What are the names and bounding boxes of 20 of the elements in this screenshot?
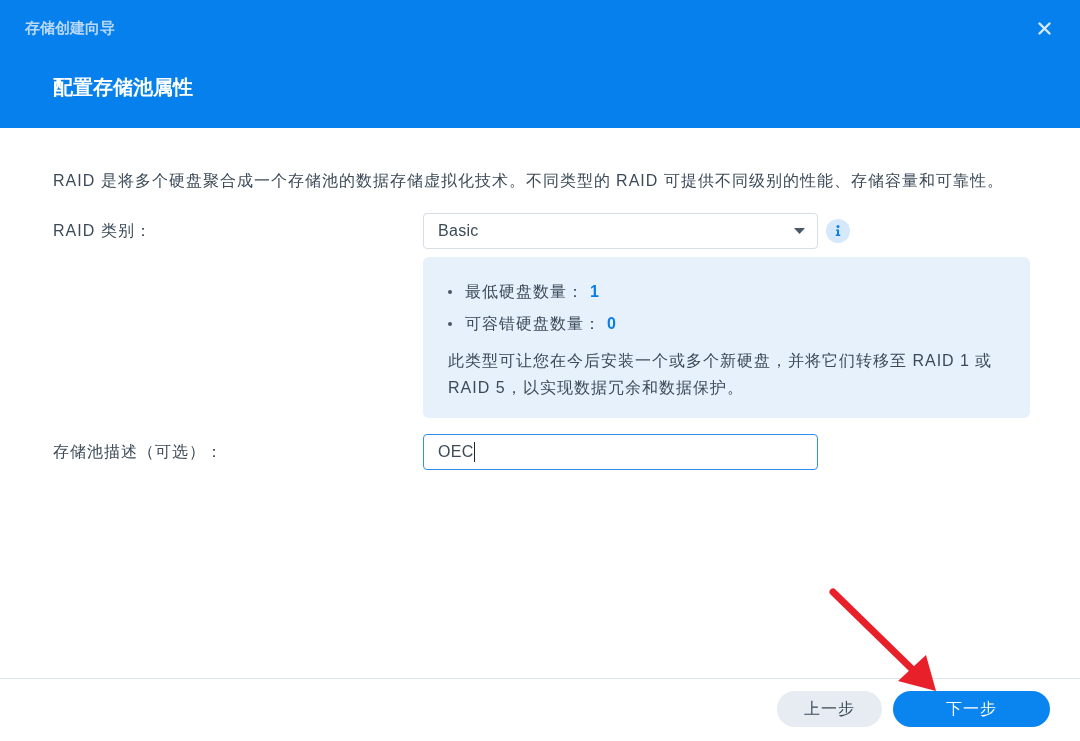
text-cursor-icon — [473, 442, 475, 462]
raid-type-label: RAID 类别： — [53, 221, 152, 241]
bullet-icon — [448, 322, 452, 326]
fact-label: 可容错硬盘数量： — [465, 313, 601, 334]
bullet-icon — [448, 290, 452, 294]
info-icon[interactable] — [826, 219, 850, 243]
description-field[interactable]: OEC — [423, 434, 818, 470]
description-label: 存储池描述（可选）： — [53, 442, 223, 462]
page-heading: 配置存储池属性 — [53, 75, 193, 100]
next-button[interactable]: 下一步 — [893, 691, 1050, 727]
close-icon[interactable] — [1038, 21, 1051, 35]
back-button[interactable]: 上一步 — [777, 691, 882, 727]
caret-icon — [794, 228, 805, 234]
fact-label: 最低硬盘数量： — [465, 281, 584, 302]
window-title: 存储创建向导 — [25, 18, 115, 38]
fact-value: 1 — [590, 283, 600, 301]
fact-value: 0 — [607, 315, 617, 333]
raid-info-note: 此类型可让您在今后安装一个或多个新硬盘，并将它们转移至 RAID 1 或 RAID 5，以实现数据冗余和数据保护。 — [448, 351, 994, 398]
raid-type-select[interactable]: Basic — [423, 213, 818, 249]
intro-text: RAID 是将多个硬盘聚合成一个存储池的数据存储虚拟化技术。不同类型的 RAID 可提供不同级别的性能、存储容量和可靠性。 — [53, 171, 1004, 191]
